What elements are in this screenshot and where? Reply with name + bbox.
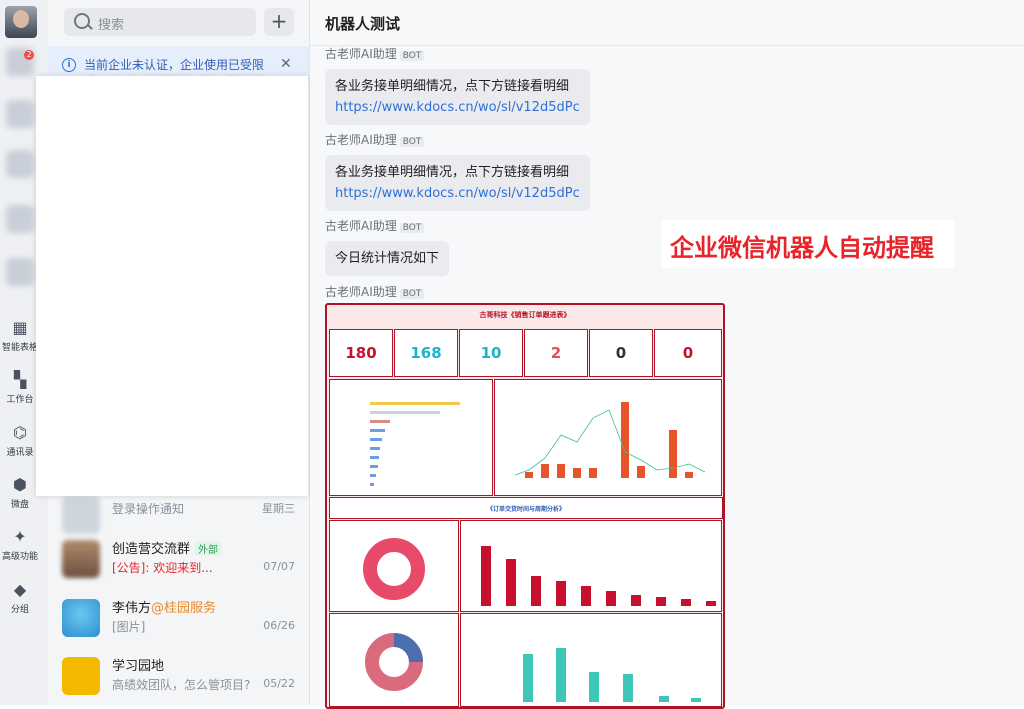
promo-annotation: 企业微信机器人自动提醒: [662, 220, 954, 268]
bot-tag: BOT: [399, 223, 425, 233]
nav-workbench[interactable]: ▚ 工作台: [0, 370, 40, 405]
sender-name: 古老师AI助理: [325, 219, 397, 233]
message-link[interactable]: https://www.kdocs.cn/wo/sl/v12d5dPc: [335, 97, 580, 118]
message-bubble: 各业务接单明细情况，点下方链接看明细 https://www.kdocs.cn/…: [325, 69, 590, 125]
chat-title: 机器人测试: [325, 15, 401, 33]
dashboard-image[interactable]: 古哥科技《销售订单跟进表》 180 168 10 2 0 0 《订单交货时间与周…: [325, 303, 725, 709]
bar-panel-1: [460, 520, 722, 612]
close-icon[interactable]: ✕: [280, 56, 292, 72]
message-bubble: 今日统计情况如下: [325, 241, 450, 276]
stat-card: 10: [459, 329, 523, 377]
chat-panel: 机器人测试 古老师AI助理 BOT 各业务接单明细情况，点下方链接看明细 http…: [310, 0, 1024, 709]
ranking-bars: [370, 402, 460, 486]
list-item[interactable]: 李伟方@桂园服务 [图片] 06/26: [48, 587, 309, 645]
nav-blurred-icon[interactable]: [6, 258, 34, 286]
bar-chart-1: [481, 546, 716, 606]
unread-badge: 2: [24, 50, 34, 60]
info-icon: i: [62, 58, 76, 72]
donut-chart: [363, 538, 425, 600]
external-tag: 外部: [194, 541, 223, 556]
bot-tag: BOT: [399, 289, 425, 299]
order-trend-chart: [514, 402, 706, 478]
message-link[interactable]: https://www.kdocs.cn/wo/sl/v12d5dPc: [335, 183, 580, 204]
section-2-header: 《订单交货时间与周期分析》: [329, 497, 723, 519]
group-tag-icon: ◆: [13, 580, 27, 599]
add-button[interactable]: +: [264, 8, 294, 36]
smart-table-icon: ▦: [12, 318, 28, 337]
stat-card: 180: [329, 329, 393, 377]
nav-group[interactable]: ◆ 分组: [0, 580, 40, 615]
list-item[interactable]: 创造营交流群 外部 [公告]: 欢迎来到... 07/07: [48, 528, 309, 586]
avatar: [62, 657, 100, 695]
sender-name: 古老师AI助理: [325, 47, 397, 61]
message: 古老师AI助理 BOT 今日统计情况如下: [325, 217, 450, 276]
pie-chart: [365, 633, 423, 691]
bar-chart-2: [523, 648, 701, 702]
bot-tag: BOT: [399, 137, 425, 147]
message: 古老师AI助理 BOT 各业务接单明细情况，点下方链接看明细 https://ww…: [325, 131, 590, 211]
message-bubble: 各业务接单明细情况，点下方链接看明细 https://www.kdocs.cn/…: [325, 155, 590, 211]
search-placeholder: 搜索: [98, 18, 125, 33]
sender-name: 古老师AI助理: [325, 285, 397, 299]
search-icon: [74, 13, 90, 29]
nav-blurred-icon[interactable]: [6, 100, 34, 128]
drive-icon: ⬢: [13, 475, 27, 494]
sender-name: 古老师AI助理: [325, 133, 397, 147]
search-input[interactable]: 搜索: [64, 8, 256, 36]
nav-smart-table[interactable]: ▦ 智能表格: [0, 318, 40, 353]
stat-card: 2: [524, 329, 588, 377]
stat-card: 168: [394, 329, 458, 377]
stat-card: 0: [589, 329, 653, 377]
nav-contacts[interactable]: ⌬ 通讯录: [0, 423, 40, 458]
user-avatar[interactable]: [5, 6, 37, 38]
pie-panel: [329, 613, 459, 707]
popup-overlay: [36, 76, 308, 496]
order-trend-panel: [494, 379, 722, 496]
nav-drive[interactable]: ⬢ 微盘: [0, 475, 40, 510]
avatar: [62, 599, 100, 637]
message: 古老师AI助理 BOT 各业务接单明细情况，点下方链接看明细 https://ww…: [325, 45, 590, 125]
notice-text: 当前企业未认证，企业使用已受限,: [84, 58, 264, 72]
bar-panel-2: [460, 613, 722, 707]
message: 古老师AI助理 BOT: [325, 283, 425, 300]
nav-blurred-icon[interactable]: [6, 205, 34, 233]
advanced-icon: ✦: [13, 527, 27, 546]
ranking-panel: [329, 379, 493, 496]
avatar: [62, 540, 100, 578]
donut-panel: [329, 520, 459, 612]
stat-card: 0: [654, 329, 722, 377]
contacts-icon: ⌬: [13, 423, 27, 442]
nav-blurred-icon[interactable]: [6, 150, 34, 178]
workbench-icon: ▚: [13, 370, 27, 389]
dashboard-title: 古哥科技《销售订单跟进表》: [479, 311, 571, 319]
bot-tag: BOT: [399, 51, 425, 61]
nav-advanced[interactable]: ✦ 高级功能: [0, 527, 40, 562]
list-item[interactable]: 学习园地 高绩效团队，怎么管项目? 05/22: [48, 645, 309, 703]
